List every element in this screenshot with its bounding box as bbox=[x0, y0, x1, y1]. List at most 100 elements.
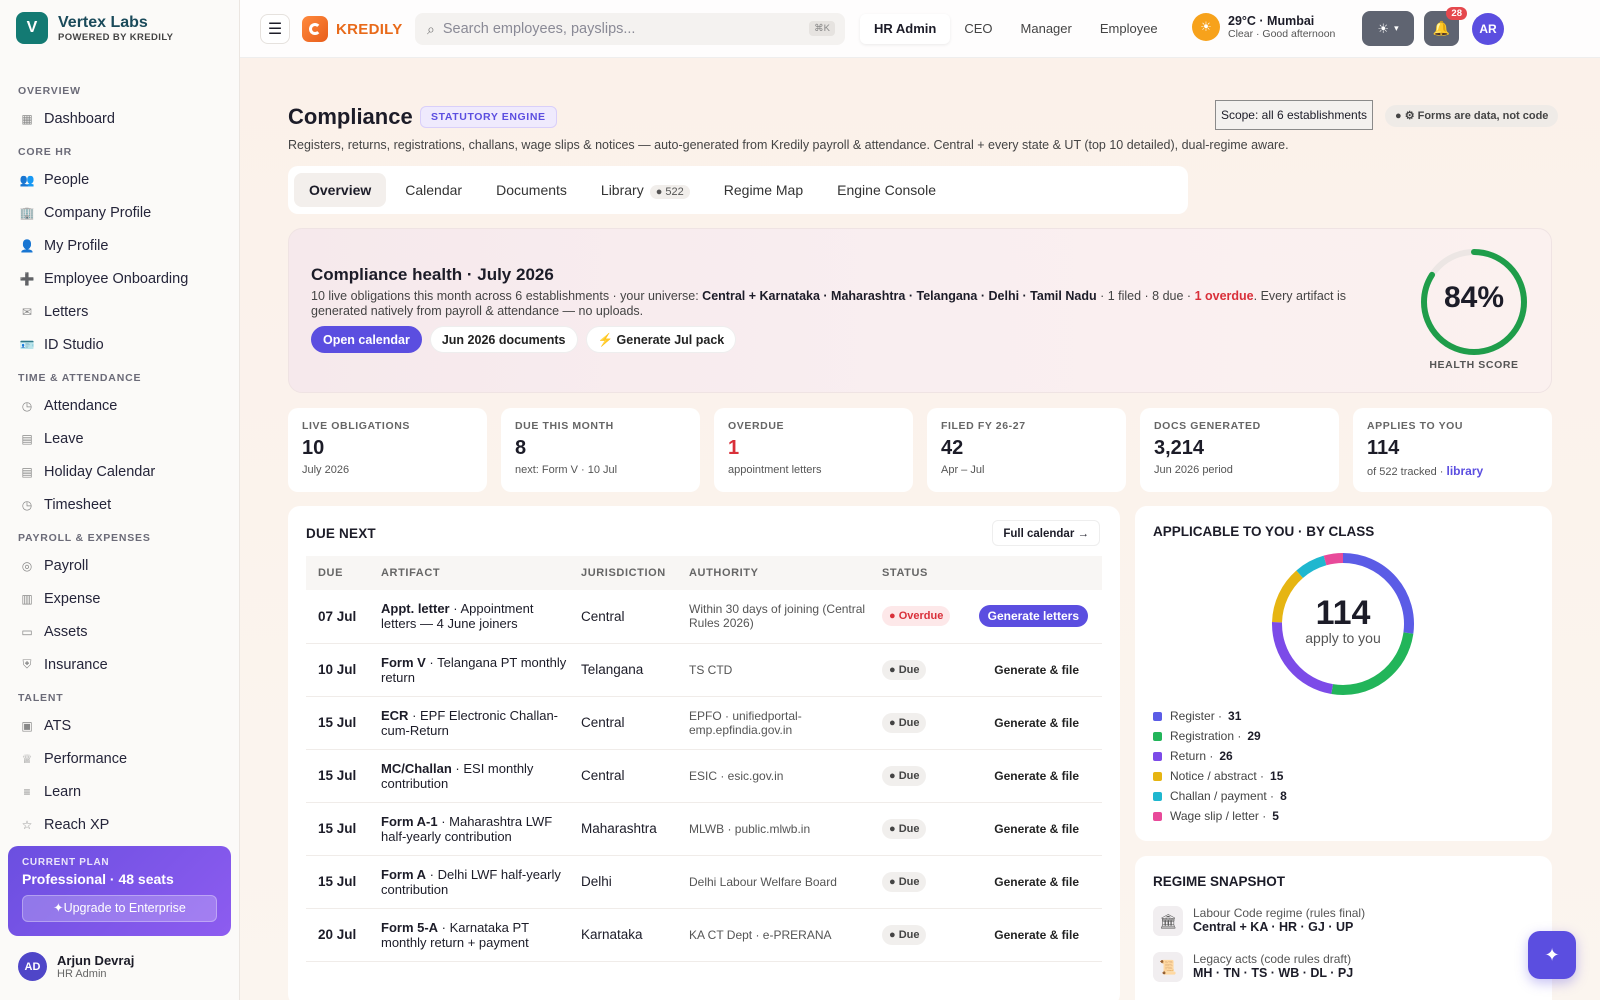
status-badge: ● Due bbox=[882, 712, 927, 733]
table-row: 20 Jul Form 5-A · Karnataka PT monthly r… bbox=[306, 908, 1102, 962]
regime-item-label: Legacy acts (code rules draft) bbox=[1193, 952, 1352, 966]
sidebar-item-assets[interactable]: ▭ Assets bbox=[0, 615, 240, 648]
full-calendar-button[interactable]: Full calendar → bbox=[992, 520, 1100, 546]
jun-documents-button[interactable]: Jun 2026 documents bbox=[429, 326, 578, 353]
search-input[interactable] bbox=[442, 21, 783, 37]
kpi-value: 42 bbox=[941, 437, 964, 459]
weather-main: 29°C · Mumbai bbox=[1228, 13, 1315, 28]
sidebar-item-people[interactable]: 👥 People bbox=[0, 163, 240, 196]
kpi-value: 10 bbox=[302, 437, 325, 459]
sidebar-item-company-profile[interactable]: 🏢 Company Profile bbox=[0, 196, 240, 229]
sidebar-item-ats[interactable]: ▣ ATS bbox=[0, 709, 240, 742]
clock-icon: ◷ bbox=[21, 497, 33, 512]
generate-button[interactable]: Generate & file bbox=[985, 924, 1088, 946]
generate-button[interactable]: Generate & file bbox=[985, 659, 1088, 681]
kredily-logo[interactable]: KREDILY bbox=[302, 16, 403, 42]
upgrade-button[interactable]: ✦Upgrade to Enterprise bbox=[22, 895, 217, 922]
jurisdiction: Central bbox=[569, 590, 677, 644]
generate-button[interactable]: Generate & file bbox=[985, 712, 1088, 734]
tab-overview[interactable]: Overview bbox=[294, 173, 387, 207]
sidebar-item-id-studio[interactable]: 🪪 ID Studio bbox=[0, 328, 240, 361]
legend-swatch bbox=[1153, 771, 1162, 781]
tab-engine-console[interactable]: Engine Console bbox=[822, 173, 951, 207]
sidebar-item-dashboard[interactable]: ▦ Dashboard bbox=[0, 102, 240, 135]
sidebar-item-label: ATS bbox=[44, 717, 72, 734]
role-manager[interactable]: Manager bbox=[1007, 14, 1086, 44]
user-role: HR Admin bbox=[57, 967, 107, 980]
sidebar-item-holiday-calendar[interactable]: ▤ Holiday Calendar bbox=[0, 455, 240, 488]
sidebar-item-employee-onboarding[interactable]: ➕ Employee Onboarding bbox=[0, 262, 240, 295]
legend-item: Registration · 29 bbox=[1153, 726, 1287, 746]
authority: EPFO · unifiedportal-emp.epfindia.gov.in bbox=[677, 696, 870, 750]
bell-icon: 🔔 bbox=[1432, 20, 1451, 36]
authority: ESIC · esic.gov.in bbox=[677, 749, 870, 803]
avatar[interactable]: AR bbox=[1472, 13, 1504, 45]
sidebar-item-label: Attendance bbox=[44, 397, 118, 414]
artifact: MC/Challan · ESI monthly contribution bbox=[369, 749, 569, 803]
sidebar-item-attendance[interactable]: ◷ Attendance bbox=[0, 389, 240, 422]
legend-swatch bbox=[1153, 731, 1162, 741]
applicable-title: APPLICABLE TO YOU · BY CLASS bbox=[1153, 524, 1375, 539]
due-date: 15 Jul bbox=[306, 696, 369, 750]
sidebar-item-label: People bbox=[44, 171, 90, 188]
scope-selector[interactable]: Scope: all 6 establishments bbox=[1215, 100, 1373, 130]
sidebar-item-reach-xp[interactable]: ☆ Reach XP bbox=[0, 808, 240, 838]
sidebar-item-label: Dashboard bbox=[44, 110, 115, 127]
generate-button[interactable]: Generate & file bbox=[985, 765, 1088, 787]
notifications-button[interactable]: 🔔 28 bbox=[1424, 7, 1467, 46]
artifact: Form A · Delhi LWF half-yearly contribut… bbox=[369, 855, 569, 909]
tab-documents[interactable]: Documents bbox=[481, 173, 582, 207]
status-badge: ● Due bbox=[882, 924, 927, 945]
tab-library[interactable]: Library ● 522 bbox=[586, 173, 705, 207]
sidebar-item-performance[interactable]: ♕ Performance bbox=[0, 742, 240, 775]
table-row: 10 Jul Form V · Telangana PT monthly ret… bbox=[306, 643, 1102, 697]
brand[interactable]: V Vertex Labs POWERED BY KREDILY bbox=[16, 12, 173, 44]
class-legend: Register · 31 Registration · 29 Return · 26 No… bbox=[1153, 706, 1287, 826]
sidebar-item-label: Assets bbox=[44, 623, 88, 640]
health-score-label: HEALTH SCORE bbox=[1429, 359, 1519, 371]
column-header bbox=[966, 556, 1102, 590]
artifact: Appt. letter · Appointment letters — 4 J… bbox=[369, 590, 569, 644]
theme-toggle-button[interactable]: ☀ ▾ bbox=[1362, 11, 1414, 46]
due-date: 20 Jul bbox=[306, 908, 369, 962]
jurisdiction: Karnataka bbox=[569, 908, 677, 962]
ai-assistant-button[interactable]: ✦ bbox=[1528, 931, 1576, 979]
kpi-sub: Jun 2026 period bbox=[1154, 464, 1233, 476]
tab-calendar[interactable]: Calendar bbox=[390, 173, 477, 207]
sidebar-item-letters[interactable]: ✉ Letters bbox=[0, 295, 240, 328]
topbar: ☰ KREDILY ⌕ ⌘K HR Admin CEO Manager Empl… bbox=[240, 0, 1600, 58]
tab-regime-map[interactable]: Regime Map bbox=[709, 173, 818, 207]
menu-icon[interactable]: ☰ bbox=[260, 14, 290, 44]
sidebar-item-expense[interactable]: ▥ Expense bbox=[0, 582, 240, 615]
coin-icon: ◎ bbox=[21, 558, 33, 573]
role-employee[interactable]: Employee bbox=[1086, 14, 1172, 44]
calendar-icon: ▤ bbox=[21, 431, 33, 446]
trophy-icon: ♕ bbox=[21, 751, 33, 766]
sidebar-item-payroll[interactable]: ◎ Payroll bbox=[0, 549, 240, 582]
generate-button[interactable]: Generate letters bbox=[978, 605, 1088, 628]
sidebar-item-leave[interactable]: ▤ Leave bbox=[0, 422, 240, 455]
kpi-value: 8 bbox=[515, 437, 527, 459]
library-link[interactable]: library bbox=[1447, 464, 1484, 478]
sidebar-item-insurance[interactable]: ⛨ Insurance bbox=[0, 648, 240, 681]
weather-sub: Clear · Good afternoon bbox=[1228, 27, 1336, 40]
sidebar-item-timesheet[interactable]: ◷ Timesheet bbox=[0, 488, 240, 521]
legend-swatch bbox=[1153, 791, 1162, 801]
search-shortcut: ⌘K bbox=[809, 21, 835, 36]
sidebar-item-my-profile[interactable]: 👤 My Profile bbox=[0, 229, 240, 262]
sidebar-item-label: Letters bbox=[44, 303, 89, 320]
user-profile[interactable]: AD Arjun Devraj HR Admin bbox=[18, 952, 134, 981]
role-ceo[interactable]: CEO bbox=[950, 14, 1006, 44]
role-hr-admin[interactable]: HR Admin bbox=[860, 14, 951, 44]
generate-button[interactable]: Generate & file bbox=[985, 871, 1088, 893]
generate-pack-button[interactable]: ⚡ Generate Jul pack bbox=[585, 326, 737, 353]
status-badge: ● Overdue bbox=[882, 606, 951, 627]
kpi-sub: Apr – Jul bbox=[941, 464, 985, 476]
sidebar-item-learn[interactable]: ≡ Learn bbox=[0, 775, 240, 808]
search-bar[interactable]: ⌕ ⌘K bbox=[415, 13, 845, 45]
status-badge: ● Due bbox=[882, 871, 927, 892]
legend-label: Register · bbox=[1170, 709, 1223, 723]
generate-button[interactable]: Generate & file bbox=[985, 818, 1088, 840]
legend-label: Wage slip / letter · bbox=[1170, 809, 1267, 823]
open-calendar-button[interactable]: Open calendar bbox=[311, 326, 422, 353]
